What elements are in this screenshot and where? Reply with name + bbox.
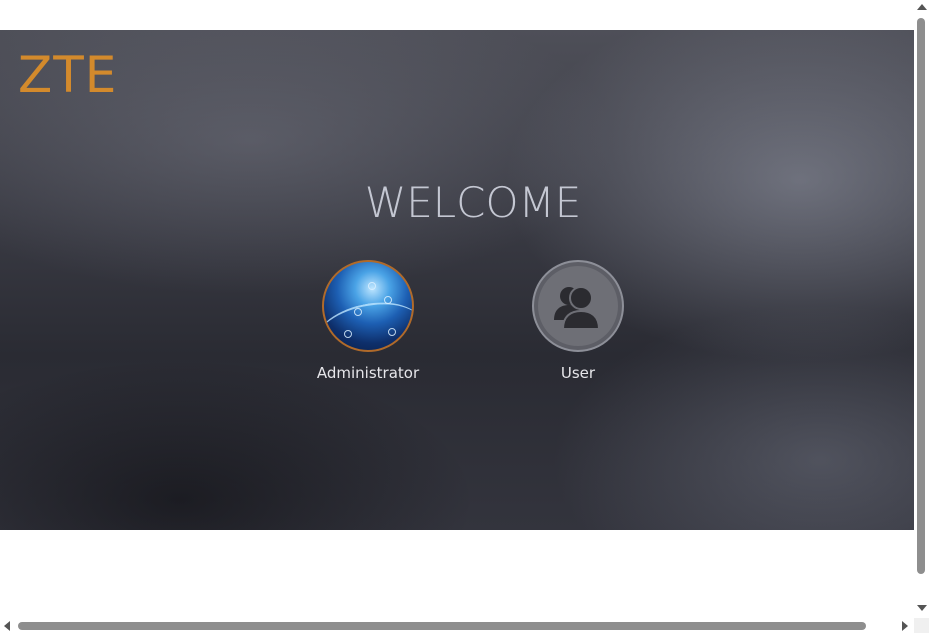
user-login-option[interactable]: User — [508, 260, 648, 382]
horizontal-scroll-thumb[interactable] — [18, 622, 866, 630]
admin-avatar-icon[interactable] — [322, 260, 414, 352]
scroll-right-icon[interactable] — [902, 621, 908, 631]
welcome-banner: ZTE WELCOME Administrator User — [0, 30, 914, 530]
user-label[interactable]: User — [508, 364, 648, 382]
admin-avatar-glow — [324, 293, 412, 350]
admin-avatar-dot — [384, 296, 392, 304]
scroll-down-icon[interactable] — [917, 605, 927, 611]
vertical-scroll-thumb[interactable] — [917, 18, 925, 574]
admin-avatar-dot — [344, 330, 352, 338]
vertical-scrollbar[interactable] — [914, 0, 929, 618]
browser-viewport: ZTE WELCOME Administrator User — [0, 0, 929, 633]
admin-avatar-dot — [354, 308, 362, 316]
admin-avatar-dot — [388, 328, 396, 336]
user-group-glyph — [554, 286, 601, 330]
administrator-label[interactable]: Administrator — [298, 364, 438, 382]
welcome-heading: WELCOME — [364, 178, 582, 227]
scroll-left-icon[interactable] — [4, 621, 10, 631]
user-group-icon[interactable] — [532, 260, 624, 352]
scrollbar-corner — [914, 618, 929, 633]
admin-avatar-dot — [368, 282, 376, 290]
zte-logo: ZTE — [18, 46, 118, 104]
horizontal-scrollbar[interactable] — [0, 618, 914, 633]
scroll-up-icon[interactable] — [917, 4, 927, 10]
administrator-login-option[interactable]: Administrator — [298, 260, 438, 382]
